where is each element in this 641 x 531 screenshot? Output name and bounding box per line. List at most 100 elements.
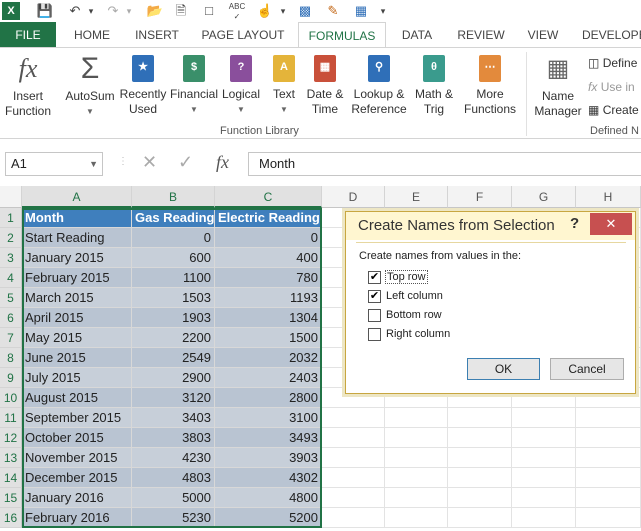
touch-dropdown-icon[interactable]: ▾ <box>274 2 292 20</box>
empty-cell[interactable] <box>512 468 576 488</box>
table-cell-month[interactable]: Start Reading <box>22 228 132 248</box>
table-cell-month[interactable]: November 2015 <box>22 448 132 468</box>
cancel-icon[interactable]: ✕ <box>142 152 157 173</box>
top-row-checkbox[interactable]: ✔ <box>368 271 381 284</box>
table-cell-gas[interactable]: 5230 <box>132 508 215 528</box>
close-button[interactable]: ✕ <box>590 213 632 235</box>
empty-cell[interactable] <box>448 408 512 428</box>
table-cell-electric[interactable]: 3493 <box>215 428 322 448</box>
tab-developer[interactable]: DEVELOPER <box>582 22 641 48</box>
lookup-reference-button[interactable]: ⚲ Lookup & Reference <box>348 52 410 117</box>
save-icon[interactable]: 💾 <box>36 2 54 20</box>
empty-cell[interactable] <box>322 428 385 448</box>
empty-cell[interactable] <box>512 428 576 448</box>
empty-cell[interactable] <box>448 428 512 448</box>
empty-cell[interactable] <box>576 508 641 528</box>
table-cell-month[interactable]: February 2015 <box>22 268 132 288</box>
empty-cell[interactable] <box>385 488 448 508</box>
row-header[interactable]: 3 <box>0 248 22 268</box>
empty-cell[interactable] <box>385 508 448 528</box>
cancel-button[interactable]: Cancel <box>550 358 624 380</box>
grid-icon[interactable]: ▦ <box>352 2 370 20</box>
create-from-selection-button[interactable]: ▦ Create <box>588 103 639 117</box>
empty-cell[interactable] <box>448 488 512 508</box>
financial-button[interactable]: $ Financial ▼ <box>168 52 220 117</box>
ok-button[interactable]: OK <box>467 358 540 380</box>
table-cell-electric[interactable]: 2800 <box>215 388 322 408</box>
blank-doc-icon[interactable]: □ <box>200 2 218 20</box>
tab-review[interactable]: REVIEW <box>452 22 510 48</box>
table-cell-electric[interactable]: 1500 <box>215 328 322 348</box>
tab-formulas[interactable]: FORMULAS <box>298 22 386 49</box>
row-header[interactable]: 4 <box>0 268 22 288</box>
row-header[interactable]: 11 <box>0 408 22 428</box>
empty-cell[interactable] <box>448 448 512 468</box>
table-cell-month[interactable]: April 2015 <box>22 308 132 328</box>
row-header[interactable]: 12 <box>0 428 22 448</box>
name-box[interactable]: A1 ▼ <box>5 152 103 176</box>
empty-cell[interactable] <box>448 508 512 528</box>
table-cell-electric[interactable]: 5200 <box>215 508 322 528</box>
table-cell-electric[interactable]: 4800 <box>215 488 322 508</box>
table-cell-month[interactable]: December 2015 <box>22 468 132 488</box>
enter-icon[interactable]: ✓ <box>178 152 193 173</box>
column-header-f[interactable]: F <box>448 186 512 208</box>
table-cell-month[interactable]: Month <box>22 208 132 228</box>
empty-cell[interactable] <box>322 468 385 488</box>
table-cell-gas[interactable]: 5000 <box>132 488 215 508</box>
row-header[interactable]: 6 <box>0 308 22 328</box>
table-cell-gas[interactable]: 1903 <box>132 308 215 328</box>
math-trig-button[interactable]: θ Math & Trig <box>410 52 458 117</box>
empty-cell[interactable] <box>576 428 641 448</box>
table-cell-month[interactable]: March 2015 <box>22 288 132 308</box>
empty-cell[interactable] <box>576 408 641 428</box>
empty-cell[interactable] <box>385 408 448 428</box>
table-cell-gas[interactable]: 600 <box>132 248 215 268</box>
empty-cell[interactable] <box>448 468 512 488</box>
name-manager-button[interactable]: ▦ Name Manager <box>532 52 584 119</box>
select-all-corner[interactable] <box>0 186 22 208</box>
table-cell-electric[interactable]: 3903 <box>215 448 322 468</box>
row-header[interactable]: 13 <box>0 448 22 468</box>
table-cell-gas[interactable]: 3120 <box>132 388 215 408</box>
empty-cell[interactable] <box>576 448 641 468</box>
chevron-down-icon[interactable]: ▼ <box>89 153 98 175</box>
open-icon[interactable]: 📂 <box>146 2 164 20</box>
tab-file[interactable]: FILE <box>0 22 56 48</box>
empty-cell[interactable] <box>576 468 641 488</box>
logical-button[interactable]: ? Logical ▼ <box>220 52 262 117</box>
empty-cell[interactable] <box>512 408 576 428</box>
table-cell-month[interactable]: September 2015 <box>22 408 132 428</box>
empty-cell[interactable] <box>322 488 385 508</box>
column-header-e[interactable]: E <box>385 186 448 208</box>
table-cell-electric[interactable]: 400 <box>215 248 322 268</box>
recently-used-button[interactable]: ★ Recently Used <box>118 52 168 117</box>
date-time-button[interactable]: ▦ Date & Time <box>304 52 346 117</box>
row-header[interactable]: 5 <box>0 288 22 308</box>
table-cell-month[interactable]: February 2016 <box>22 508 132 528</box>
row-header[interactable]: 7 <box>0 328 22 348</box>
column-header-h[interactable]: H <box>576 186 641 208</box>
undo-dropdown-icon[interactable]: ▾ <box>82 2 100 20</box>
table-cell-gas[interactable]: 3403 <box>132 408 215 428</box>
table-cell-electric[interactable]: 3100 <box>215 408 322 428</box>
insert-function-icon[interactable]: fx <box>216 152 229 173</box>
row-header[interactable]: 16 <box>0 508 22 528</box>
row-header[interactable]: 1 <box>0 208 22 228</box>
table-cell-electric[interactable]: 1193 <box>215 288 322 308</box>
bottom-row-checkbox[interactable] <box>368 309 381 322</box>
tab-home[interactable]: HOME <box>64 22 120 48</box>
empty-cell[interactable] <box>512 488 576 508</box>
touch-mode-icon[interactable]: ☝ <box>256 2 274 20</box>
table-cell-electric[interactable]: 2403 <box>215 368 322 388</box>
use-in-formula-button[interactable]: fx Use in <box>588 80 635 94</box>
table-cell-month[interactable]: May 2015 <box>22 328 132 348</box>
paint-icon[interactable]: ✎ <box>324 2 342 20</box>
formula-input[interactable]: Month <box>248 152 641 176</box>
table-cell-month[interactable]: January 2015 <box>22 248 132 268</box>
table-cell-gas[interactable]: 2900 <box>132 368 215 388</box>
table-cell-electric[interactable]: 4302 <box>215 468 322 488</box>
right-column-checkbox[interactable] <box>368 328 381 341</box>
redo-dropdown-icon[interactable]: ▾ <box>120 2 138 20</box>
table-cell-gas[interactable]: 4230 <box>132 448 215 468</box>
